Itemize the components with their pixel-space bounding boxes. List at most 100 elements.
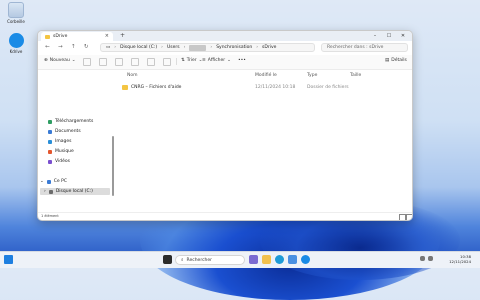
downloads-icon	[48, 119, 52, 124]
minimize-icon[interactable]: –	[368, 31, 382, 41]
desktop-icon-kdrive[interactable]: Kdrive	[3, 33, 29, 54]
chevron-down-icon: ⌄	[71, 58, 76, 63]
sidebar-item-label: Documents	[55, 129, 81, 134]
tab-bar: sDrive × + – ☐ ✕	[38, 31, 412, 41]
copilot-icon[interactable]	[249, 255, 258, 264]
sidebar-item-documents[interactable]: Documents	[48, 129, 81, 134]
sidebar-item-this-pc[interactable]: ⌄ Ce PC	[40, 179, 67, 184]
column-header-type[interactable]: Type	[307, 73, 317, 78]
back-icon[interactable]: ←	[45, 44, 50, 50]
sidebar-item-label: Téléchargements	[55, 119, 94, 124]
refresh-icon[interactable]: ↻	[84, 44, 89, 50]
new-button[interactable]: ⊕ Nouveau ⌄	[44, 58, 76, 63]
forward-icon[interactable]: →	[58, 44, 63, 50]
desktop-icon-label: Kdrive	[9, 49, 23, 54]
breadcrumb-chevron: ›	[256, 45, 259, 50]
kdrive-icon[interactable]	[301, 255, 310, 264]
view-button[interactable]: ≡ Afficher ⌄	[202, 58, 231, 63]
new-tab-button[interactable]: +	[120, 32, 125, 39]
recycle-bin-icon	[8, 2, 24, 18]
toolbar-divider	[176, 58, 177, 65]
videos-icon	[48, 159, 52, 164]
sidebar-item-local-disk[interactable]: › Disque local (C:)	[44, 189, 93, 194]
pc-icon: ▭	[106, 45, 111, 50]
plus-icon: ⊕	[44, 58, 48, 63]
taskbar-search[interactable]: ⌕ Rechercher	[175, 255, 245, 265]
disk-icon	[48, 189, 53, 194]
breadcrumb-users[interactable]: Users	[167, 45, 180, 50]
start-icon[interactable]	[4, 255, 13, 264]
cut-icon[interactable]	[83, 58, 91, 66]
close-tab-icon[interactable]: ×	[105, 33, 109, 39]
column-header-name[interactable]: Nom	[127, 73, 138, 78]
search-icon: ⌕	[181, 258, 184, 263]
sort-button[interactable]: ⇅ Trier ⌄	[181, 58, 202, 63]
column-header-modified[interactable]: Modifié le	[255, 73, 277, 78]
chevron-down-icon: ⌄	[227, 58, 231, 63]
rename-icon[interactable]	[131, 58, 139, 66]
address-field[interactable]: ▭ › Disque local (C:) › Users › › Synchr…	[100, 43, 315, 52]
view-label: Afficher	[207, 58, 226, 63]
sidebar-item-music[interactable]: Musique	[48, 149, 74, 154]
sort-label: Trier	[186, 58, 197, 63]
breadcrumb-disk[interactable]: Disque local (C:)	[120, 45, 157, 50]
table-row[interactable]: CNRG – Fichiers d'aide	[122, 85, 181, 90]
details-view-icon[interactable]	[399, 214, 406, 220]
address-bar-row: ← → ↑ ↻ ▭ › Disque local (C:) › Users › …	[38, 41, 412, 55]
details-button[interactable]: ▤ Détails	[385, 58, 407, 63]
volume-icon[interactable]	[428, 256, 433, 261]
sidebar-item-images[interactable]: Images	[48, 139, 71, 144]
search-label: Rechercher	[186, 257, 213, 263]
task-view-icon[interactable]	[163, 255, 172, 264]
sidebar-item-label: Disque local (C:)	[55, 189, 93, 194]
details-label: Détails	[391, 58, 407, 63]
new-label: Nouveau	[49, 58, 70, 63]
status-bar: 1 élément	[38, 212, 412, 220]
breadcrumb-chevron: ›	[183, 45, 186, 50]
clock-date: 12/11/2024	[449, 259, 471, 264]
tab-title: sDrive	[53, 34, 68, 39]
pc-icon	[46, 179, 51, 184]
breadcrumb-sdrive[interactable]: sDrive	[262, 45, 276, 50]
close-window-icon[interactable]: ✕	[396, 31, 410, 41]
music-icon	[48, 149, 52, 154]
store-icon[interactable]	[288, 255, 297, 264]
clock[interactable]: 10:38 12/11/2024	[449, 254, 471, 264]
taskbar: ⌕ Rechercher 10:38 12/11/2024	[0, 251, 480, 268]
folder-icon	[122, 85, 128, 90]
breadcrumb-sync[interactable]: Synchronisation	[216, 45, 252, 50]
delete-icon[interactable]	[163, 58, 171, 66]
breadcrumb-redacted-user[interactable]	[189, 44, 207, 51]
documents-icon	[48, 129, 52, 134]
desktop-icon-recycle-bin[interactable]: Corbeille	[3, 2, 29, 24]
sidebar-item-label: Vidéos	[55, 159, 70, 164]
folder-icon	[45, 34, 50, 39]
tiles-view-icon[interactable]	[406, 214, 412, 220]
sort-icon: ⇅	[181, 58, 185, 63]
chevron-down-icon: ⌄	[40, 179, 44, 184]
sidebar-item-downloads[interactable]: Téléchargements	[48, 119, 93, 124]
row-type: Dossier de fichiers	[307, 85, 349, 90]
column-header-size[interactable]: Taille	[350, 73, 361, 78]
navigation-pane: Téléchargements Documents Images Musique…	[38, 70, 114, 210]
sidebar-item-videos[interactable]: Vidéos	[48, 159, 70, 164]
chevron-right-icon: ›	[44, 189, 46, 194]
up-icon[interactable]: ↑	[71, 44, 76, 50]
network-icon[interactable]	[420, 256, 425, 261]
copy-icon[interactable]	[99, 58, 107, 66]
share-icon[interactable]	[147, 58, 155, 66]
search-input[interactable]: Rechercher dans : sDrive	[321, 43, 408, 52]
breadcrumb-chevron: ›	[114, 45, 117, 50]
sidebar-item-label: Ce PC	[53, 179, 67, 184]
sidebar-scrollbar[interactable]	[112, 136, 114, 196]
more-options-icon[interactable]: •••	[238, 58, 246, 63]
kdrive-icon	[8, 33, 24, 48]
images-icon	[48, 139, 52, 144]
maximize-icon[interactable]: ☐	[382, 31, 396, 41]
file-explorer-icon[interactable]	[262, 255, 271, 264]
tab-sdrive[interactable]: sDrive ×	[41, 32, 113, 41]
file-explorer-window: sDrive × + – ☐ ✕ ← → ↑ ↻ ▭ › Disque loca…	[37, 30, 413, 221]
paste-icon[interactable]	[115, 58, 123, 66]
edge-icon[interactable]	[275, 255, 284, 264]
view-icon: ≡	[202, 58, 206, 63]
